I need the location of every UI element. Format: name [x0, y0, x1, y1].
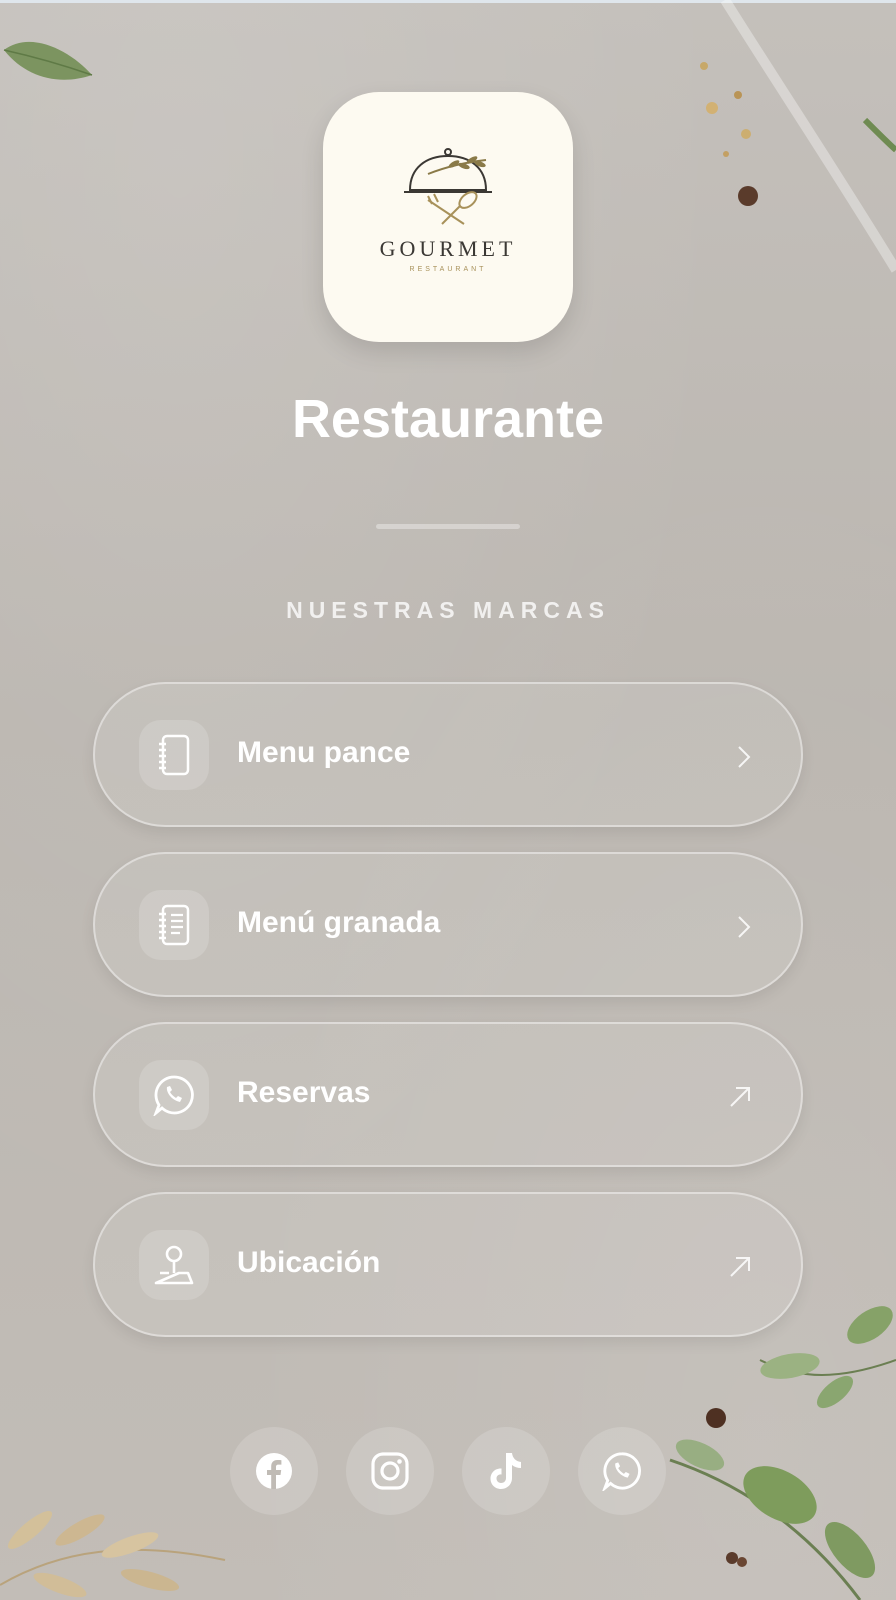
link-label: Menú granada — [237, 906, 441, 939]
logo-brand-text: GOURMET — [379, 236, 517, 261]
menu-notebook-icon — [139, 890, 209, 960]
facebook-icon — [256, 1453, 292, 1489]
restaurant-logo-card: GOURMET RESTAURANT — [323, 92, 573, 342]
glass-napkin-decoration — [720, 0, 896, 273]
tiktok-icon — [490, 1453, 521, 1489]
link-label: Ubicación — [237, 1246, 381, 1279]
link-label: Menu pance — [237, 736, 411, 769]
cloche-cutlery-icon — [404, 148, 492, 225]
leaf-top-left-decoration — [3, 41, 93, 80]
chevron-right-icon — [738, 746, 751, 768]
link-button-ubicacion[interactable]: Ubicación — [93, 1192, 803, 1337]
map-pin-icon — [139, 1230, 209, 1300]
social-button-whatsapp[interactable] — [578, 1427, 666, 1515]
whatsapp-icon — [602, 1452, 641, 1491]
page-title: Restaurante — [291, 389, 605, 449]
link-label: Reservas — [237, 1076, 371, 1109]
section-heading: NUESTRAS MARCAS — [286, 597, 610, 623]
instagram-icon — [371, 1452, 409, 1490]
dried-leaf-bottom-left-decoration — [0, 1510, 226, 1598]
arrow-up-right-icon — [730, 1257, 750, 1277]
link-button-menu-pance[interactable]: Menu pance — [93, 682, 803, 827]
link-button-menu-granada[interactable]: Menú granada — [93, 852, 803, 997]
link-button-reservas[interactable]: Reservas — [93, 1022, 803, 1167]
arrow-up-right-icon — [730, 1087, 750, 1107]
title-divider — [376, 524, 520, 529]
whatsapp-icon — [139, 1060, 209, 1130]
social-button-instagram[interactable] — [346, 1427, 434, 1515]
social-button-tiktok[interactable] — [462, 1427, 550, 1515]
social-button-facebook[interactable] — [230, 1427, 318, 1515]
chevron-right-icon — [738, 916, 751, 938]
logo-subtitle-text: RESTAURANT — [409, 266, 487, 273]
herb-branch-bottom-right-decoration — [669, 1306, 896, 1600]
notebook-icon — [139, 720, 209, 790]
